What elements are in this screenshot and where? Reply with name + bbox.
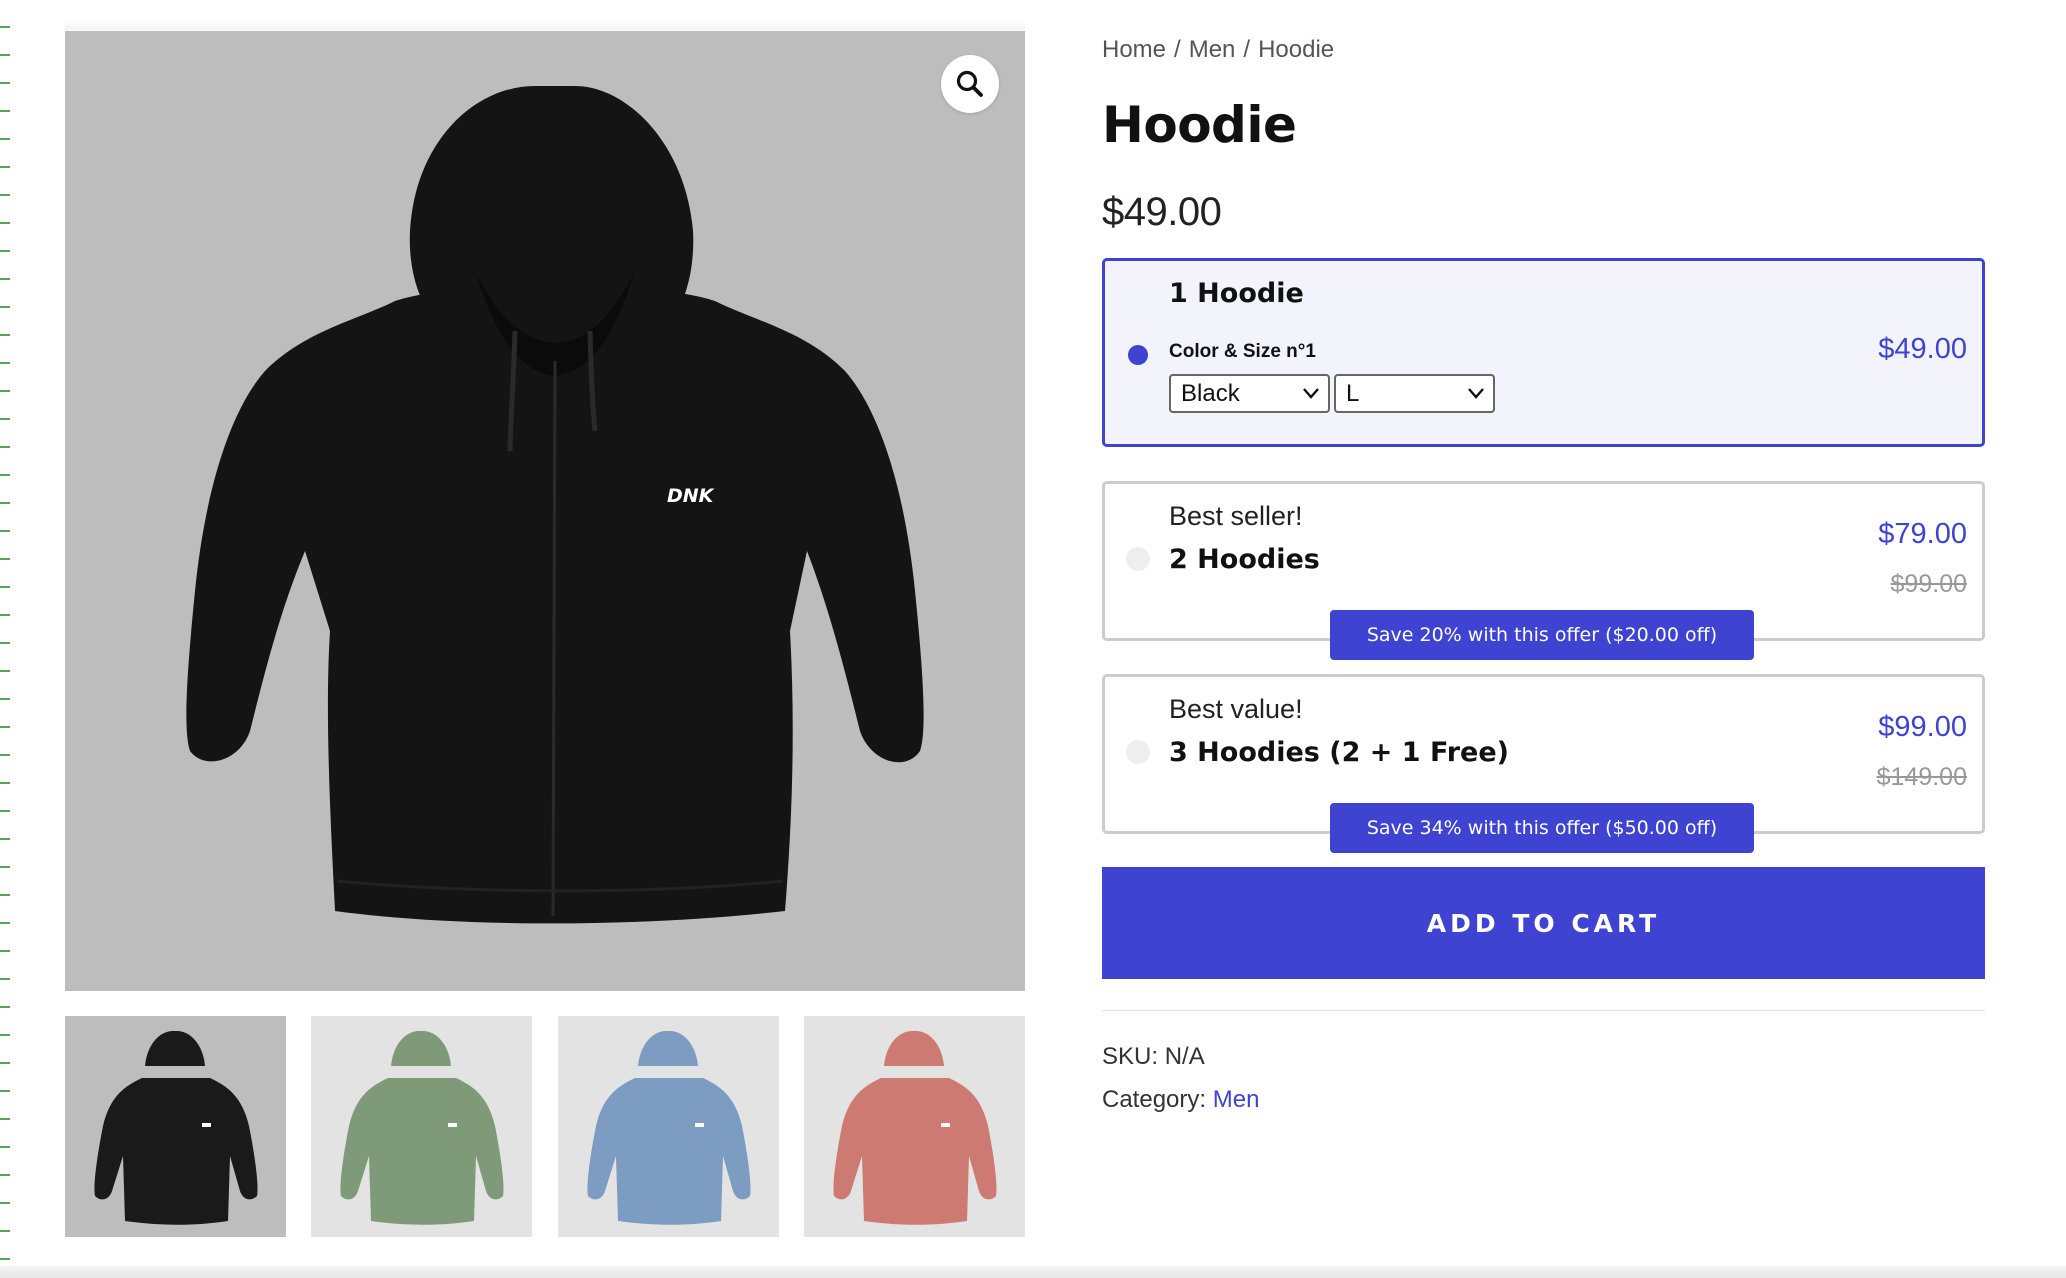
offer-price: $49.00 xyxy=(1878,333,1967,365)
category-link[interactable]: Men xyxy=(1213,1086,1260,1113)
breadcrumb-home[interactable]: Home xyxy=(1102,36,1166,63)
sku-row: SKU: N/A xyxy=(1102,1043,1205,1071)
breadcrumb-separator: / xyxy=(1243,36,1251,63)
top-divider xyxy=(65,20,1025,30)
offer-name: 3 Hoodies (2 + 1 Free) xyxy=(1169,737,1509,768)
thumbnail-black[interactable] xyxy=(65,1016,286,1237)
breadcrumb-current: Hoodie xyxy=(1258,36,1335,63)
sku-label: SKU: xyxy=(1102,1043,1159,1070)
offer-name: 2 Hoodies xyxy=(1169,544,1320,575)
left-edge-marks xyxy=(0,0,10,1278)
breadcrumb-separator: / xyxy=(1174,36,1181,63)
bottom-scroll-edge xyxy=(0,1266,2066,1278)
thumbnail-red[interactable] xyxy=(804,1016,1025,1237)
svg-text:DNK: DNK xyxy=(667,485,715,507)
thumbnail-blue[interactable] xyxy=(558,1016,779,1237)
variant-label: Color & Size n°1 xyxy=(1169,341,1316,362)
offer-radio[interactable] xyxy=(1126,740,1150,764)
thumbnail-strip xyxy=(65,1016,1025,1237)
size-select-value: L xyxy=(1346,380,1360,407)
color-select-value: Black xyxy=(1181,380,1240,407)
offer-radio[interactable] xyxy=(1126,547,1150,571)
color-select[interactable]: Black xyxy=(1169,374,1330,413)
offer-tag: Best seller! xyxy=(1169,501,1303,531)
save-badge: Save 34% with this offer ($50.00 off) xyxy=(1330,803,1754,853)
offer-tag: Best value! xyxy=(1169,694,1303,724)
product-price: $49.00 xyxy=(1102,190,1222,234)
offer-1-hoodie[interactable]: 1 Hoodie Color & Size n°1 Black L $49.00 xyxy=(1102,258,1985,447)
magnifier-icon xyxy=(956,70,983,97)
product-title: Hoodie xyxy=(1102,96,1297,154)
main-product-image[interactable]: DNK xyxy=(65,31,1025,991)
chevron-down-icon xyxy=(1468,388,1484,399)
hoodie-image: DNK xyxy=(65,31,1025,991)
thumbnail-green[interactable] xyxy=(311,1016,532,1237)
save-badge: Save 20% with this offer ($20.00 off) xyxy=(1330,610,1754,660)
breadcrumb-men[interactable]: Men xyxy=(1189,36,1236,63)
offer-name: 1 Hoodie xyxy=(1169,278,1304,309)
size-select[interactable]: L xyxy=(1334,374,1495,413)
offer-price: $79.00 xyxy=(1878,518,1967,550)
breadcrumb: Home / Men / Hoodie xyxy=(1102,36,1334,64)
offer-price: $99.00 xyxy=(1878,711,1967,743)
chevron-down-icon xyxy=(1303,388,1319,399)
zoom-button[interactable] xyxy=(941,55,999,113)
category-row: Category: Men xyxy=(1102,1086,1259,1114)
offer-radio-selected[interactable] xyxy=(1128,345,1148,365)
sku-value: N/A xyxy=(1164,1043,1205,1070)
offer-old-price: $99.00 xyxy=(1890,570,1967,598)
divider xyxy=(1102,1010,1985,1011)
category-label: Category: xyxy=(1102,1086,1207,1113)
add-to-cart-button[interactable]: ADD TO CART xyxy=(1102,867,1985,979)
offer-old-price: $149.00 xyxy=(1876,763,1967,791)
